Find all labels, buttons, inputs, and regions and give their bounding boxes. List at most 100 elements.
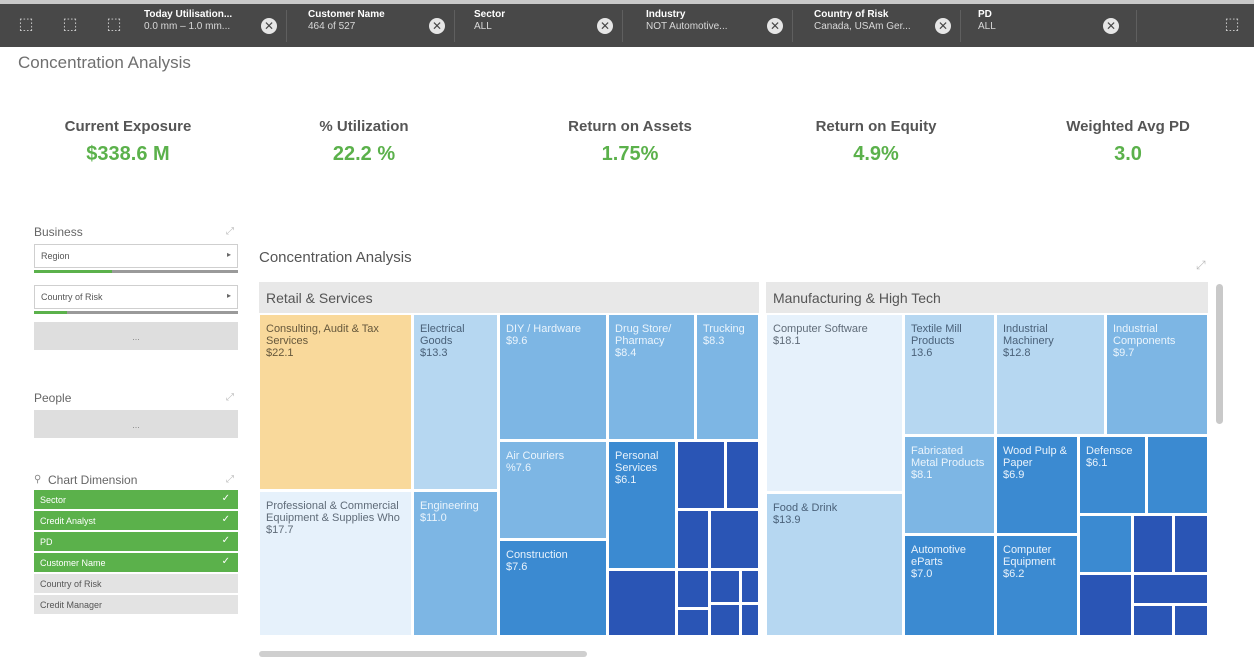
treemap-cell[interactable]: Consulting, Audit & Tax Services $22.1 — [259, 314, 412, 490]
treemap-cell-small[interactable] — [1133, 515, 1173, 573]
treemap-cell[interactable]: Trucking $8.3 — [696, 314, 759, 440]
back-selection-icon[interactable]: ⬚ — [16, 16, 36, 34]
treemap-cell-small[interactable] — [677, 570, 709, 608]
treemap-cell-small[interactable] — [677, 510, 709, 569]
cell-value: $8.4 — [615, 347, 637, 359]
cell-value: $22.1 — [266, 347, 294, 359]
country-progress — [34, 311, 238, 314]
group-header-manufacturing[interactable]: Manufacturing & High Tech — [766, 282, 1208, 313]
treemap-cell[interactable]: Professional & Commercial Equipment & Su… — [259, 491, 412, 636]
expand-icon[interactable]: ⤢ — [226, 226, 234, 237]
dimension-customer-name[interactable]: Customer Name ✓ — [34, 553, 238, 572]
treemap-cell-small[interactable] — [1133, 605, 1173, 636]
treemap-cell-small[interactable] — [710, 570, 740, 603]
filter-chip-customer-name[interactable]: Customer Name 464 of 527 — [308, 9, 385, 43]
kpi-weighted-avg-pd: Weighted Avg PD 3.0 — [1018, 118, 1238, 166]
treemap-cell[interactable]: Textile Mill Products 13.6 — [904, 314, 995, 435]
kpi-value: 22.2 % — [332, 143, 396, 165]
filter-value: 464 of 527 — [308, 21, 356, 32]
clear-filter-icon[interactable]: ✕ — [429, 18, 445, 34]
treemap-cell[interactable]: Electrical Goods $13.3 — [413, 314, 498, 490]
search-icon[interactable]: ⚲ — [34, 474, 41, 485]
cell-label: Professional & Commercial Equipment & Su… — [266, 500, 400, 524]
treemap-cell-small[interactable] — [677, 609, 709, 636]
vertical-scrollbar[interactable] — [1216, 284, 1223, 424]
cell-value: $17.7 — [266, 524, 294, 536]
forward-selection-icon[interactable]: ⬚ — [60, 16, 80, 34]
kpi-label: Return on Equity — [815, 118, 937, 135]
filter-value: ALL — [978, 21, 996, 32]
cell-value: 13.6 — [911, 347, 933, 359]
clear-filter-icon[interactable]: ✕ — [935, 18, 951, 34]
group-header-retail[interactable]: Retail & Services — [259, 282, 759, 313]
filter-chip-country-of-risk[interactable]: Country of Risk Canada, USAm Ger... — [814, 9, 911, 43]
treemap-cell[interactable]: Personal Services $6.1 — [608, 441, 676, 569]
treemap-cell[interactable]: Food & Drink $13.9 — [766, 493, 903, 636]
people-more-button[interactable]: ... — [34, 410, 238, 438]
clear-filter-icon[interactable]: ✕ — [261, 18, 277, 34]
business-more-button[interactable]: ... — [34, 322, 238, 350]
cell-label: Defensce — [1086, 445, 1133, 457]
treemap-cell[interactable]: Drug Store/ Pharmacy $8.4 — [608, 314, 695, 440]
cell-value: $6.2 — [1003, 568, 1025, 580]
cell-label: Fabricated Metal Products — [911, 445, 985, 469]
clear-selections-icon[interactable]: ⬚ — [104, 16, 124, 34]
filter-chip-pd[interactable]: PD ALL — [978, 9, 996, 43]
kpi-label: Current Exposure — [64, 118, 192, 135]
cell-label: Computer Software — [773, 323, 868, 335]
treemap-cell-small[interactable] — [710, 510, 759, 569]
dimension-credit-manager[interactable]: Credit Manager — [34, 595, 238, 614]
treemap-cell[interactable]: Computer Equipment $6.2 — [996, 535, 1078, 636]
filter-title: Country of Risk — [814, 9, 889, 20]
dimension-credit-analyst[interactable]: Credit Analyst ✓ — [34, 511, 238, 530]
treemap-cell[interactable]: Construction $7.6 — [499, 540, 607, 636]
divider — [792, 10, 793, 42]
filter-chip-industry[interactable]: Industry NOT Automotive... — [646, 9, 728, 43]
listbox-country-of-risk[interactable]: Country of Risk ▸ — [34, 285, 238, 309]
treemap-cell[interactable]: Wood Pulp & Paper $6.9 — [996, 436, 1078, 534]
treemap-cell[interactable]: Computer Software $18.1 — [766, 314, 903, 492]
treemap-cell[interactable]: Industrial Components $9.7 — [1106, 314, 1208, 435]
expand-icon[interactable]: ⤢ — [226, 392, 234, 403]
expand-icon[interactable]: ⤢ — [226, 474, 234, 485]
kpi-label: % Utilization — [319, 118, 409, 135]
treemap-cell-small[interactable] — [741, 570, 759, 603]
treemap-cell[interactable]: Engineering $11.0 — [413, 491, 498, 636]
treemap-cell-small[interactable] — [1133, 574, 1208, 604]
dimension-country-of-risk[interactable]: Country of Risk — [34, 574, 238, 593]
treemap-cell[interactable]: Defensce $6.1 — [1079, 436, 1146, 514]
expand-icon[interactable]: ⤢ — [1196, 258, 1206, 273]
treemap-cell-small[interactable] — [710, 604, 740, 636]
treemap-cell-small[interactable] — [1079, 574, 1132, 636]
treemap-cell[interactable]: DIY / Hardware $9.6 — [499, 314, 607, 440]
treemap-cell-small[interactable] — [677, 441, 725, 509]
selection-tool-icon[interactable]: ⬚ — [1222, 16, 1242, 34]
clear-filter-icon[interactable]: ✕ — [767, 18, 783, 34]
cell-label: Automotive eParts — [911, 544, 967, 568]
treemap-cell[interactable]: Automotive eParts $7.0 — [904, 535, 995, 636]
horizontal-scrollbar[interactable] — [259, 651, 587, 657]
listbox-region[interactable]: Region ▸ — [34, 244, 238, 268]
treemap-cell-small[interactable] — [1174, 515, 1208, 573]
treemap-cell-small[interactable] — [741, 604, 759, 636]
filter-chip-utilisation[interactable]: Today Utilisation... 0.0 mm – 1.0 mm... — [144, 9, 232, 43]
clear-filter-icon[interactable]: ✕ — [597, 18, 613, 34]
region-progress — [34, 270, 238, 273]
checkmark-icon: ✓ — [221, 514, 230, 525]
cell-label: Textile Mill Products — [911, 323, 962, 347]
treemap-cell-small[interactable] — [1174, 605, 1208, 636]
treemap-cell[interactable]: Industrial Machinery $12.8 — [996, 314, 1105, 435]
treemap-cell-small[interactable] — [1079, 515, 1132, 573]
treemap-cell[interactable]: Fabricated Metal Products $8.1 — [904, 436, 995, 534]
kpi-return-on-equity: Return on Equity 4.9% — [766, 118, 986, 166]
treemap-cell[interactable]: Air Couriers %7.6 — [499, 441, 607, 539]
dimension-pd[interactable]: PD ✓ — [34, 532, 238, 551]
cell-label: Electrical Goods — [420, 323, 465, 347]
clear-filter-icon[interactable]: ✕ — [1103, 18, 1119, 34]
treemap-cell-small[interactable] — [608, 570, 676, 636]
dimension-label: Country of Risk — [40, 579, 102, 589]
filter-chip-sector[interactable]: Sector ALL — [474, 9, 505, 43]
treemap-cell-small[interactable] — [726, 441, 759, 509]
dimension-sector[interactable]: Sector ✓ — [34, 490, 238, 509]
treemap-cell-small[interactable] — [1147, 436, 1208, 514]
